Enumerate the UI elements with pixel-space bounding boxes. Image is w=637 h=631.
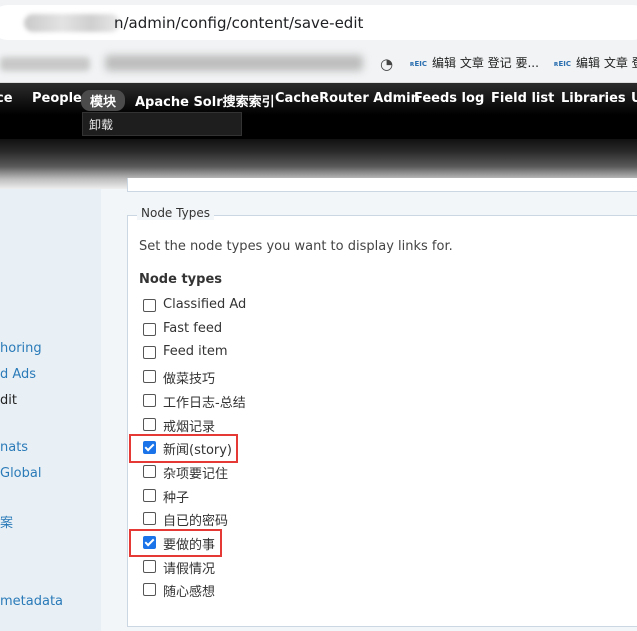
bookmark-label: 编辑 文章 登记	[576, 56, 637, 70]
sidebar-link-current[interactable]: dit	[0, 393, 17, 408]
sidebar-link[interactable]: horing	[0, 341, 42, 356]
menu-item-cacherouter[interactable]: CacheRouter Admin	[275, 91, 420, 106]
option-label[interactable]: 杂项要记住	[163, 463, 228, 482]
bookmark-item-1[interactable]: ʀEIC 编辑 文章 登记 要...	[410, 54, 539, 71]
redacted-bookmark	[0, 57, 90, 71]
option-label[interactable]: Fast feed	[163, 321, 222, 336]
redacted-domain	[24, 14, 120, 32]
option-label[interactable]: Classified Ad	[163, 297, 246, 312]
submenu-dropdown[interactable]: 卸载	[82, 112, 242, 136]
option-label[interactable]: 请假情况	[163, 558, 215, 577]
admin-menu-bar: ce People 模块 Apache Solr搜索索引 CacheRouter…	[0, 83, 637, 115]
checkbox[interactable]	[143, 417, 156, 431]
menu-item-apache-solr[interactable]: Apache Solr搜索索引	[135, 91, 275, 110]
sidebar-link[interactable]: d Ads	[0, 367, 36, 382]
option-label[interactable]: Feed item	[163, 344, 228, 359]
checkbox[interactable]	[143, 583, 156, 597]
fieldset-legend: Node Types	[137, 206, 214, 220]
menu-item-service[interactable]: ce	[0, 91, 13, 106]
bookmarks-bar: ◔ ʀEIC 编辑 文章 登记 要... ʀEIC 编辑 文章 登记	[0, 44, 637, 83]
menu-item-feeds-log[interactable]: Feeds log	[414, 91, 484, 106]
option-label[interactable]: 做菜技巧	[163, 368, 215, 387]
sidebar-link[interactable]: nats	[0, 440, 28, 455]
checkbox[interactable]	[143, 512, 156, 526]
bookmark-favicon: ʀEIC	[554, 60, 572, 68]
highlight-box-story	[129, 434, 238, 463]
left-sidebar: horing d Ads dit nats Global 案 metadata	[0, 189, 101, 631]
checkbox[interactable]	[143, 299, 156, 312]
sidebar-link[interactable]: metadata	[0, 594, 63, 609]
sidebar-link[interactable]: Global	[0, 466, 41, 481]
option-label[interactable]: 种子	[163, 487, 189, 506]
sidebar-link[interactable]: 案	[0, 512, 13, 531]
checkbox[interactable]	[143, 346, 156, 360]
option-label[interactable]: 工作日志-总结	[163, 392, 246, 411]
url-text[interactable]: n/admin/config/content/save-edit	[114, 14, 363, 32]
menu-item-libraries[interactable]: Libraries	[561, 91, 626, 106]
checkbox[interactable]	[143, 370, 156, 384]
menu-item-modules[interactable]: 模块	[81, 90, 126, 111]
option-label[interactable]: 自已的密码	[163, 510, 228, 529]
checkbox[interactable]	[143, 322, 156, 336]
option-label[interactable]: 随心感想	[163, 581, 215, 600]
previous-fieldset	[127, 178, 637, 192]
option-label[interactable]: 戒烟记录	[163, 416, 215, 435]
checkbox[interactable]	[143, 393, 156, 407]
menu-item-people[interactable]: People	[32, 91, 82, 106]
bookmark-item-2[interactable]: ʀEIC 编辑 文章 登记	[554, 54, 637, 71]
address-bar[interactable]: n/admin/config/content/save-edit	[0, 0, 637, 44]
redacted-bookmarks	[105, 55, 363, 71]
checkbox[interactable]	[143, 464, 156, 478]
moon-icon[interactable]: ◔	[380, 55, 393, 73]
submenu-item-uninstall[interactable]: 卸载	[89, 116, 113, 133]
bookmark-label: 编辑 文章 登记 要...	[432, 56, 539, 70]
checkbox-group-title: Node types	[139, 272, 223, 287]
checkbox[interactable]	[143, 559, 156, 573]
fieldset-description: Set the node types you want to display l…	[139, 239, 453, 254]
checkbox[interactable]	[143, 488, 156, 502]
menu-item-overflow[interactable]: U	[631, 91, 637, 106]
bookmark-favicon: ʀEIC	[410, 60, 428, 68]
menu-item-field-list[interactable]: Field list	[491, 91, 554, 106]
highlight-box-todo	[129, 529, 222, 557]
